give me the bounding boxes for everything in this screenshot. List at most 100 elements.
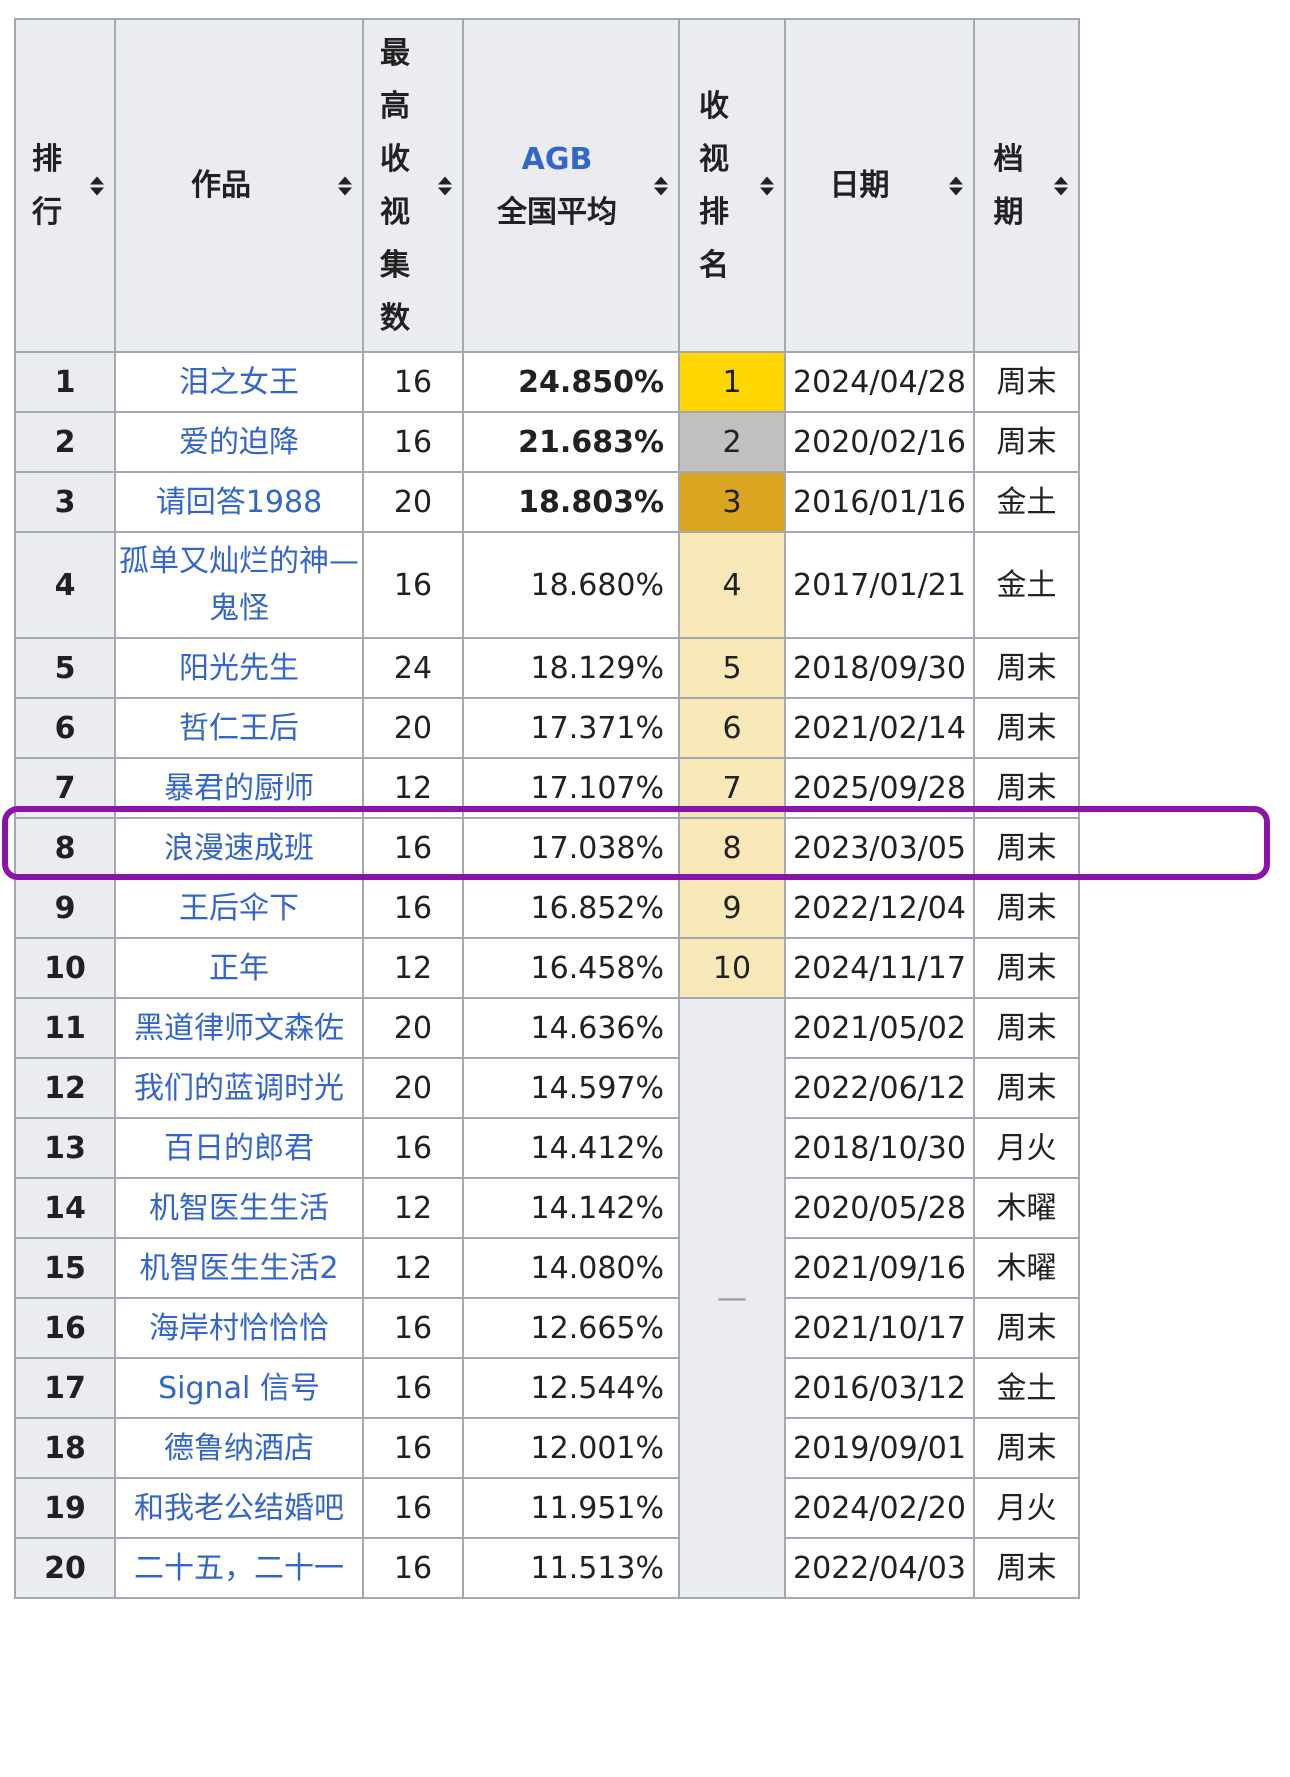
position-cell: 8 [678,817,786,879]
episode-cell: 12 [362,1177,464,1239]
column-header-title[interactable]: 作品 [114,18,364,353]
table-row: 3 请回答1988 20 18.803% 3 2016/01/16 金土 [14,471,1080,533]
slot-cell: 周末 [973,997,1080,1059]
date-cell: 2016/03/12 [784,1357,975,1419]
title-cell: 泪之女王 [114,351,364,413]
agb-rating-cell: 18.680% [462,531,680,639]
table-row: 12 我们的蓝调时光 20 14.597% 2022/06/12 周末 [14,1057,1080,1119]
title-cell: 百日的郎君 [114,1117,364,1179]
title-link[interactable]: 和我老公结婚吧 [134,1491,344,1526]
date-cell: 2024/02/20 [784,1477,975,1539]
column-header-position[interactable]: 收 视 排 名 [678,18,786,353]
slot-cell: 周末 [973,937,1080,999]
table-row: 1 泪之女王 16 24.850% 1 2024/04/28 周末 [14,351,1080,413]
episode-cell: 16 [362,531,464,639]
position-cell: 5 [678,637,786,699]
title-link[interactable]: 暴君的厨师 [164,771,314,806]
date-cell: 2018/10/30 [784,1117,975,1179]
date-cell: 2020/02/16 [784,411,975,473]
episode-cell: 20 [362,697,464,759]
rank-cell: 8 [14,817,116,879]
table-row: 19 和我老公结婚吧 16 11.951% 2024/02/20 月火 [14,1477,1080,1539]
agb-rating-cell: 17.107% [462,757,680,819]
sort-arrows-icon[interactable] [338,176,352,195]
episode-cell: 20 [362,1057,464,1119]
title-cell: Signal 信号 [114,1357,364,1419]
table-row: 6 哲仁王后 20 17.371% 6 2021/02/14 周末 [14,697,1080,759]
date-cell: 2022/06/12 [784,1057,975,1119]
sort-arrows-icon[interactable] [760,176,774,195]
title-link[interactable]: 二十五，二十一 [134,1551,344,1586]
episode-cell: 16 [362,1537,464,1599]
title-link[interactable]: Signal 信号 [158,1371,320,1406]
title-link[interactable]: 孤单又灿烂的神—鬼怪 [119,544,359,626]
title-cell: 王后伞下 [114,877,364,939]
agb-link[interactable]: AGB [522,142,593,177]
title-cell: 二十五，二十一 [114,1537,364,1599]
column-header-episode[interactable]: 最 高 收 视 集 数 [362,18,464,353]
agb-rating-cell: 18.129% [462,637,680,699]
rank-cell: 7 [14,757,116,819]
title-link[interactable]: 黑道律师文森佐 [134,1011,344,1046]
title-link[interactable]: 机智医生生活2 [139,1251,338,1286]
title-cell: 德鲁纳酒店 [114,1417,364,1479]
title-link[interactable]: 爱的迫降 [179,425,299,460]
table-row: 5 阳光先生 24 18.129% 5 2018/09/30 周末 [14,637,1080,699]
agb-rating-cell: 14.412% [462,1117,680,1179]
table-row: 13 百日的郎君 16 14.412% 2018/10/30 月火 [14,1117,1080,1179]
sort-arrows-icon[interactable] [949,176,963,195]
position-cell-empty: — [678,997,786,1599]
title-cell: 孤单又灿烂的神—鬼怪 [114,531,364,639]
title-link[interactable]: 请回答1988 [156,485,322,520]
slot-cell: 金土 [973,1357,1080,1419]
column-header-agb[interactable]: AGB 全国平均 [462,18,680,353]
table-row: 17 Signal 信号 16 12.544% 2016/03/12 金土 [14,1357,1080,1419]
rank-cell: 2 [14,411,116,473]
title-link[interactable]: 泪之女王 [179,365,299,400]
date-cell: 2019/09/01 [784,1417,975,1479]
date-cell: 2022/04/03 [784,1537,975,1599]
slot-cell: 周末 [973,1297,1080,1359]
position-cell: 1 [678,351,786,413]
episode-cell: 12 [362,757,464,819]
title-link[interactable]: 我们的蓝调时光 [134,1071,344,1106]
rank-cell: 16 [14,1297,116,1359]
rank-cell: 12 [14,1057,116,1119]
slot-cell: 周末 [973,1057,1080,1119]
title-link[interactable]: 德鲁纳酒店 [164,1431,314,1466]
agb-rating-cell: 11.513% [462,1537,680,1599]
title-link[interactable]: 王后伞下 [179,891,299,926]
slot-cell: 木曜 [973,1177,1080,1239]
rank-cell: 14 [14,1177,116,1239]
title-link[interactable]: 海岸村恰恰恰 [149,1311,329,1346]
rank-cell: 20 [14,1537,116,1599]
title-cell: 机智医生生活2 [114,1237,364,1299]
rank-cell: 9 [14,877,116,939]
episode-cell: 20 [362,471,464,533]
title-link[interactable]: 阳光先生 [179,651,299,686]
sort-arrows-icon[interactable] [1054,176,1068,195]
title-link[interactable]: 正年 [209,951,269,986]
table-row: 8 浪漫速成班 16 17.038% 8 2023/03/05 周末 [14,817,1080,879]
title-cell: 暴君的厨师 [114,757,364,819]
position-cell: 9 [678,877,786,939]
table-row: 20 二十五，二十一 16 11.513% 2022/04/03 周末 [14,1537,1080,1599]
slot-cell: 周末 [973,697,1080,759]
column-header-slot[interactable]: 档 期 [973,18,1080,353]
rank-cell: 19 [14,1477,116,1539]
title-link[interactable]: 机智医生生活 [149,1191,329,1226]
sort-arrows-icon[interactable] [654,176,668,195]
sort-arrows-icon[interactable] [438,176,452,195]
title-link[interactable]: 哲仁王后 [179,711,299,746]
rank-cell: 10 [14,937,116,999]
column-header-date[interactable]: 日期 [784,18,975,353]
agb-rating-cell: 18.803% [462,471,680,533]
position-cell: 3 [678,471,786,533]
column-header-rank[interactable]: 排 行 [14,18,116,353]
sort-arrows-icon[interactable] [90,176,104,195]
title-link[interactable]: 百日的郎君 [164,1131,314,1166]
agb-rating-cell: 11.951% [462,1477,680,1539]
position-cell: 4 [678,531,786,639]
title-link[interactable]: 浪漫速成班 [164,831,314,866]
rank-cell: 13 [14,1117,116,1179]
